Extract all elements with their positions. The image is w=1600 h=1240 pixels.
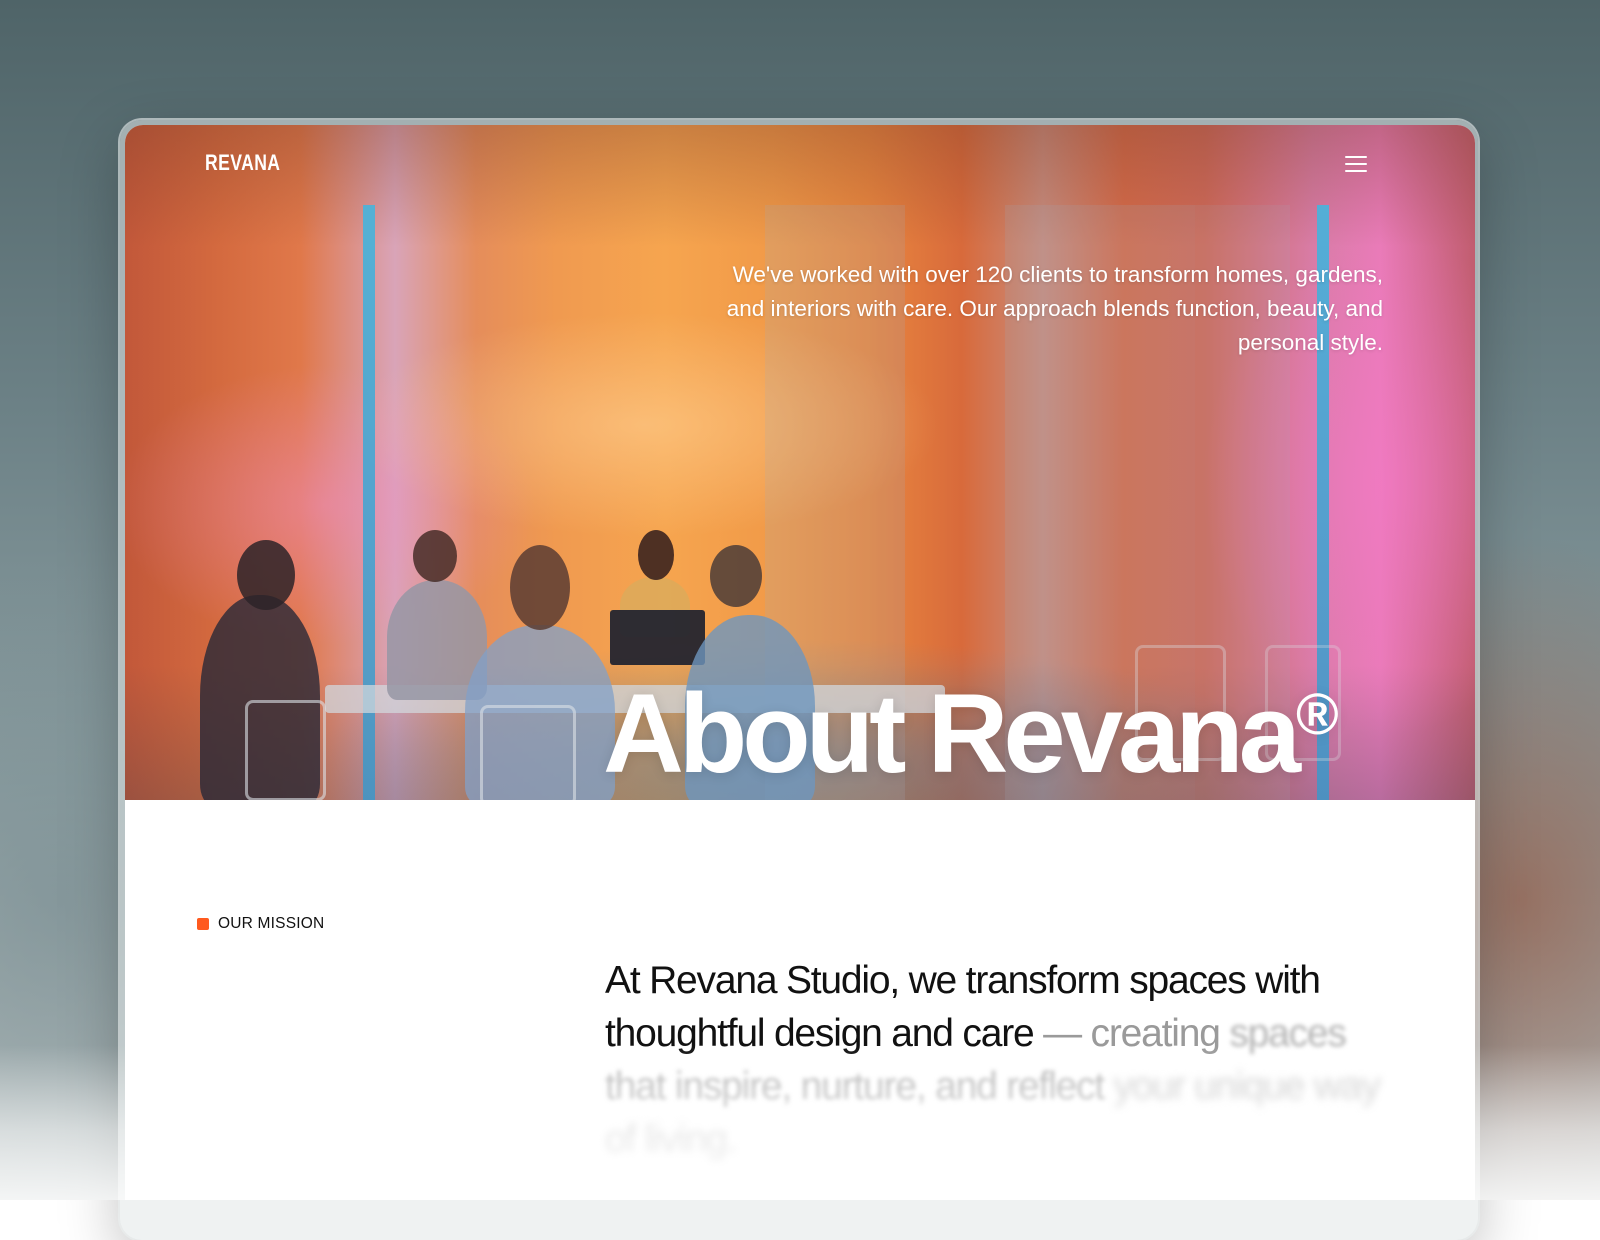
photo-person-head [237, 540, 295, 610]
photo-chair [480, 705, 576, 800]
photo-person-head [638, 530, 674, 580]
hamburger-menu-icon-bar [1345, 163, 1367, 165]
hero-section: REVANA We've worked with over 120 client… [125, 125, 1475, 800]
photo-person-head [510, 545, 570, 630]
mission-statement-dash: — creating [1033, 1012, 1221, 1055]
registered-mark: ® [1296, 682, 1339, 748]
mission-label-text: OUR MISSION [218, 915, 325, 932]
brand-logo[interactable]: REVANA [205, 150, 280, 176]
menu-button[interactable] [1340, 151, 1374, 177]
photo-chair [245, 700, 326, 800]
page-title-text: About Revana [603, 671, 1301, 797]
accent-square-icon [197, 918, 209, 930]
hamburger-menu-icon-bar [1345, 170, 1367, 172]
page-title: About Revana® [603, 678, 1423, 790]
photo-monitor [610, 610, 705, 665]
photo-person-head [710, 545, 762, 607]
photo-person-head [413, 530, 457, 582]
mission-statement: At Revana Studio, we transform spaces wi… [605, 954, 1405, 1166]
mission-label: OUR MISSION [197, 915, 324, 933]
website-window: REVANA We've worked with over 120 client… [125, 125, 1475, 1200]
hero-intro-text: We've worked with over 120 clients to tr… [726, 261, 1383, 355]
hamburger-menu-icon [1345, 156, 1367, 158]
